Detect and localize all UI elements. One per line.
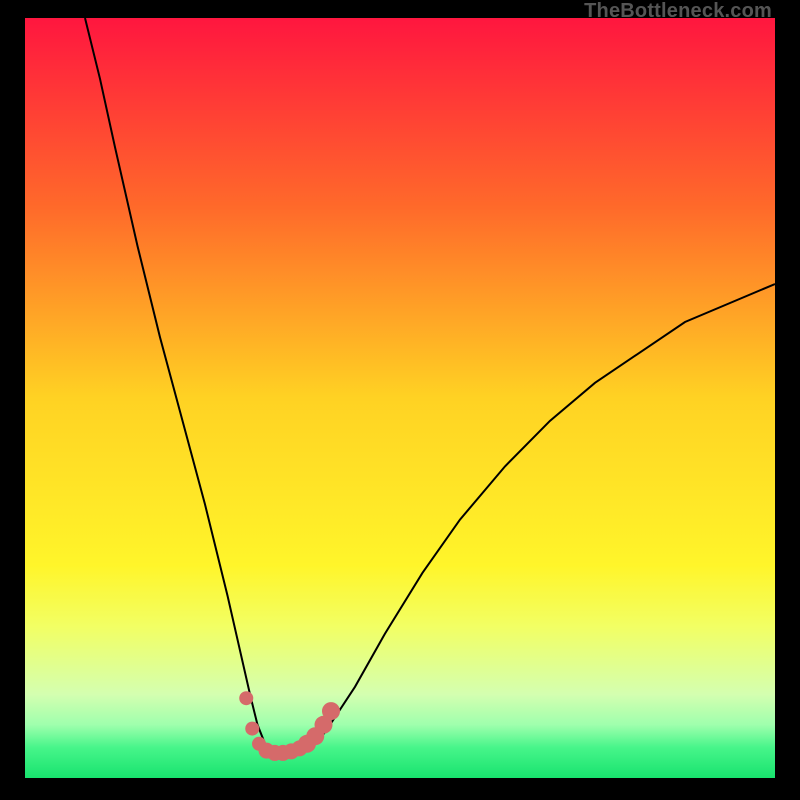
chart-svg <box>25 18 775 778</box>
chart-plot-area <box>25 18 775 778</box>
overlay-dot <box>322 702 340 720</box>
watermark-text: TheBottleneck.com <box>584 0 772 23</box>
overlay-dot <box>245 722 259 736</box>
overlay-dot <box>239 691 253 705</box>
chart-background <box>25 18 775 778</box>
